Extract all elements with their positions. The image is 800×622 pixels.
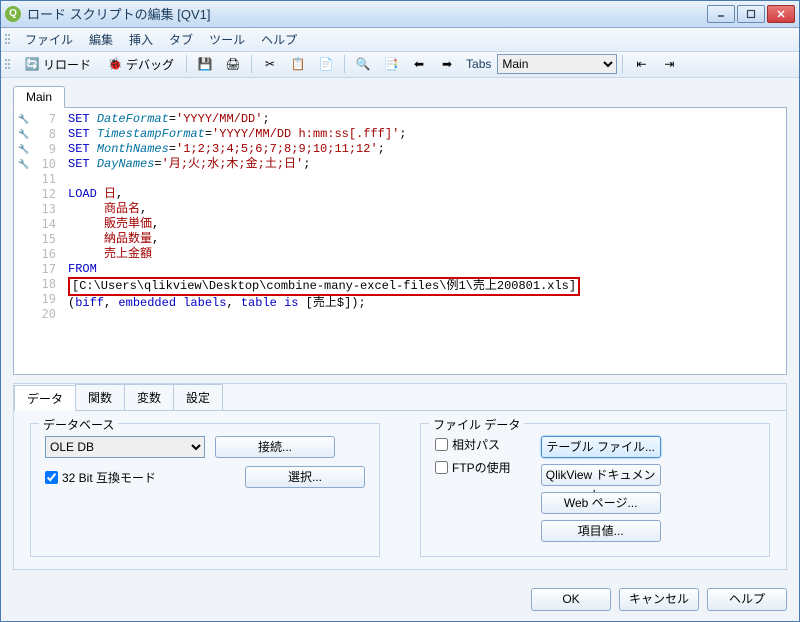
editor-gutter: 7🔧8🔧9🔧10🔧11121314151617181920 xyxy=(14,108,62,374)
editor-tab-main[interactable]: Main xyxy=(13,86,65,108)
compat-32bit-checkbox[interactable]: 32 Bit 互換モード xyxy=(45,469,156,486)
bottom-panel: データ 関数 変数 設定 データベース OLE DB 接続... 32 Bit … xyxy=(13,383,787,570)
paste-icon: 📄 xyxy=(318,56,334,72)
menubar: ファイル 編集 挿入 タブ ツール ヘルプ xyxy=(1,28,799,52)
window-title: ロード スクリプトの編集 [QV1] xyxy=(27,4,707,23)
app-icon: Q xyxy=(5,6,21,22)
cut-button[interactable]: ✂ xyxy=(257,53,283,75)
close-button[interactable] xyxy=(767,5,795,23)
reload-icon: 🔄 xyxy=(24,56,40,72)
save-icon: 💾 xyxy=(197,56,213,72)
menu-tab[interactable]: タブ xyxy=(161,28,201,51)
qlikview-doc-button[interactable]: QlikView ドキュメント... xyxy=(541,464,661,486)
print-button[interactable]: 🖨 xyxy=(220,53,246,75)
database-fieldset: データベース OLE DB 接続... 32 Bit 互換モード 選択... xyxy=(30,423,380,557)
titlebar: Q ロード スクリプトの編集 [QV1] xyxy=(1,1,799,28)
script-editor[interactable]: 7🔧8🔧9🔧10🔧11121314151617181920 SET DateFo… xyxy=(13,107,787,375)
tab-prev-button[interactable]: ⬅ xyxy=(406,53,432,75)
tab-variables[interactable]: 変数 xyxy=(124,384,174,410)
select-button[interactable]: 選択... xyxy=(245,466,365,488)
help-button[interactable]: ヘルプ xyxy=(707,588,787,611)
database-legend: データベース xyxy=(39,416,118,433)
copy-button[interactable]: 📋 xyxy=(285,53,311,75)
outdent-button[interactable]: ⇤ xyxy=(628,53,654,75)
menu-edit[interactable]: 編集 xyxy=(81,28,121,51)
tab-prev-icon: ⬅ xyxy=(411,56,427,72)
print-icon: 🖨 xyxy=(225,56,241,72)
tab-next-button[interactable]: ➡ xyxy=(434,53,460,75)
bug-icon: 🐞 xyxy=(107,56,123,72)
relative-path-checkbox[interactable]: 相対パス xyxy=(435,436,511,453)
cancel-button[interactable]: キャンセル xyxy=(619,588,699,611)
tab-settings[interactable]: 設定 xyxy=(173,384,223,410)
script-editor-window: Q ロード スクリプトの編集 [QV1] ファイル 編集 挿入 タブ ツール ヘ… xyxy=(0,0,800,622)
dialog-buttons: OK キャンセル ヘルプ xyxy=(1,578,799,621)
filedata-fieldset: ファイル データ 相対パス FTPの使用 テーブル ファイル... QlikVi… xyxy=(420,423,770,557)
copy-icon: 📋 xyxy=(290,56,306,72)
tab-next-icon: ➡ xyxy=(439,56,455,72)
menu-insert[interactable]: 挿入 xyxy=(121,28,161,51)
save-button[interactable]: 💾 xyxy=(192,53,218,75)
maximize-button[interactable] xyxy=(737,5,765,23)
search-icon: 🔍 xyxy=(355,56,371,72)
toolbar: 🔄リロード 🐞デバッグ 💾 🖨 ✂ 📋 📄 🔍 📑 ⬅ ➡ Tabs Main … xyxy=(1,52,799,79)
minimize-button[interactable] xyxy=(707,5,735,23)
tabs-label: Tabs xyxy=(466,57,491,71)
filedata-legend: ファイル データ xyxy=(429,416,524,433)
reload-button[interactable]: 🔄リロード xyxy=(17,53,98,75)
debug-button[interactable]: 🐞デバッグ xyxy=(100,53,181,75)
menu-file[interactable]: ファイル xyxy=(17,28,81,51)
indent-icon: ⇥ xyxy=(661,56,677,72)
tab-add-button[interactable]: 📑 xyxy=(378,53,404,75)
web-page-button[interactable]: Web ページ... xyxy=(541,492,661,514)
tabs-select[interactable]: Main xyxy=(497,54,617,74)
menu-tools[interactable]: ツール xyxy=(201,28,253,51)
ok-button[interactable]: OK xyxy=(531,588,611,611)
outdent-icon: ⇤ xyxy=(633,56,649,72)
indent-button[interactable]: ⇥ xyxy=(656,53,682,75)
paste-button[interactable]: 📄 xyxy=(313,53,339,75)
connect-button[interactable]: 接続... xyxy=(215,436,335,458)
editor-code[interactable]: SET DateFormat='YYYY/MM/DD';SET Timestam… xyxy=(62,108,786,374)
tab-add-icon: 📑 xyxy=(383,56,399,72)
tab-functions[interactable]: 関数 xyxy=(75,384,125,410)
search-button[interactable]: 🔍 xyxy=(350,53,376,75)
tab-data[interactable]: データ xyxy=(14,385,76,411)
db-driver-select[interactable]: OLE DB xyxy=(45,436,205,458)
cut-icon: ✂ xyxy=(262,56,278,72)
table-files-button[interactable]: テーブル ファイル... xyxy=(541,436,661,458)
menu-help[interactable]: ヘルプ xyxy=(253,28,305,51)
ftp-use-checkbox[interactable]: FTPの使用 xyxy=(435,459,511,476)
field-values-button[interactable]: 項目値... xyxy=(541,520,661,542)
